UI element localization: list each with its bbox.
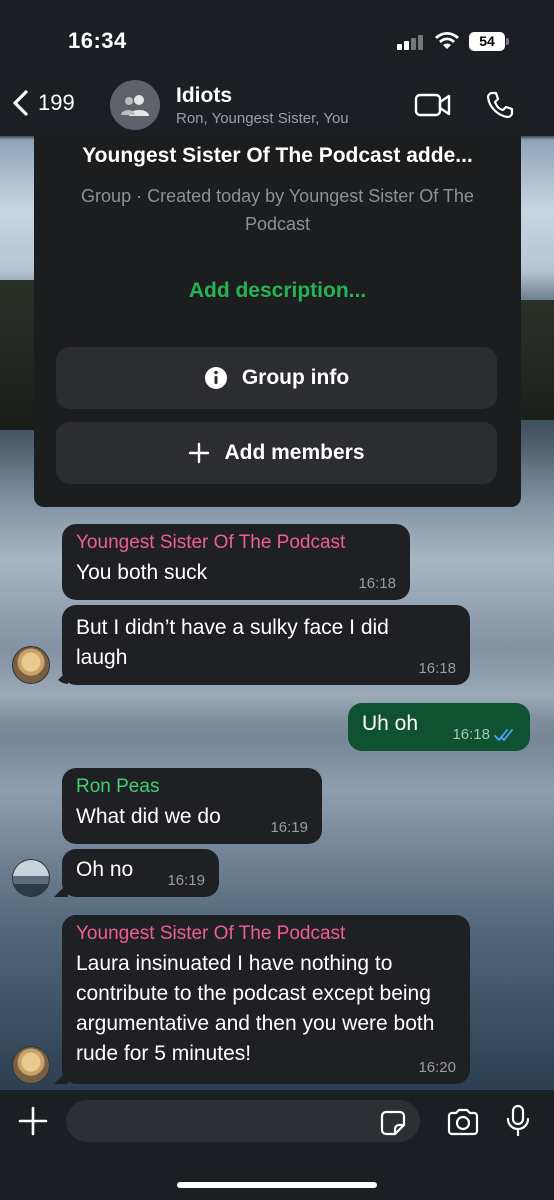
camera-icon[interactable]	[446, 1108, 480, 1136]
message-bubble[interactable]: Oh no 16:19	[62, 849, 219, 897]
info-card-subtitle: Group · Created today by Youngest Sister…	[81, 186, 474, 234]
message-time: 16:18	[418, 660, 456, 677]
message-time: 16:20	[418, 1059, 456, 1076]
group-info-card: Youngest Sister Of The Podcast adde... G…	[34, 136, 521, 507]
message-bubble[interactable]: Youngest Sister Of The Podcast You both …	[62, 524, 410, 600]
message-time: 16:18	[358, 575, 396, 592]
unread-count: 199	[38, 90, 75, 115]
avatar[interactable]	[12, 646, 50, 684]
message-time: 16:19	[270, 819, 308, 836]
group-avatar-icon	[121, 95, 149, 116]
add-members-button[interactable]: Add members	[56, 422, 497, 484]
back-button[interactable]: 199	[10, 89, 75, 117]
message-input[interactable]	[66, 1100, 420, 1142]
sticker-icon[interactable]	[380, 1110, 406, 1136]
message-sender: Youngest Sister Of The Podcast	[76, 532, 346, 553]
message-input-bar	[0, 1090, 554, 1200]
message-time: 16:18	[452, 726, 516, 743]
battery-icon	[506, 38, 509, 45]
avatar[interactable]	[12, 1046, 50, 1084]
message-bubble[interactable]: Youngest Sister Of The Podcast Laura ins…	[62, 915, 470, 1084]
status-bar: 16:34 54	[0, 0, 554, 80]
attach-plus-icon[interactable]	[16, 1104, 50, 1138]
phone-icon[interactable]	[485, 90, 515, 120]
message-time-label: 16:18	[452, 726, 490, 743]
avatar[interactable]	[12, 859, 50, 897]
microphone-icon[interactable]	[505, 1104, 531, 1138]
battery-level: 54	[469, 32, 505, 51]
chat-header: 199 Idiots Ron, Youngest Sister, You	[0, 80, 554, 136]
status-time: 16:34	[68, 28, 127, 53]
group-info-button[interactable]: Group info	[56, 347, 497, 409]
message-sender: Youngest Sister Of The Podcast	[76, 923, 346, 944]
message-bubble[interactable]: But I didn’t have a sulky face I did lau…	[62, 605, 470, 685]
message-sender: Ron Peas	[76, 776, 160, 797]
chevron-left-icon	[13, 90, 28, 116]
wifi-icon	[435, 32, 459, 49]
add-description-link[interactable]: Add description...	[34, 279, 521, 303]
group-members: Ron, Youngest Sister, You	[176, 110, 349, 127]
group-name[interactable]: Idiots	[176, 84, 232, 108]
message-bubble[interactable]: Ron Peas What did we do 16:19	[62, 768, 322, 844]
message-text: But I didn’t have a sulky face I did lau…	[76, 616, 389, 669]
home-indicator	[177, 1182, 377, 1188]
double-check-icon	[494, 728, 513, 741]
message-text: Laura insinuated I have nothing to contr…	[76, 952, 435, 1065]
cellular-signal-icon	[397, 34, 425, 50]
message-text: You both suck	[76, 561, 208, 584]
message-bubble-outgoing[interactable]: Uh oh 16:18	[348, 703, 530, 751]
add-members-label: Add members	[224, 441, 365, 464]
info-card-title: Youngest Sister Of The Podcast adde...	[82, 144, 473, 167]
plus-icon	[188, 442, 210, 464]
video-call-icon[interactable]	[414, 92, 452, 118]
message-time: 16:19	[167, 872, 205, 889]
group-info-label: Group info	[241, 366, 350, 389]
info-icon	[204, 366, 228, 390]
group-avatar[interactable]	[110, 80, 160, 130]
